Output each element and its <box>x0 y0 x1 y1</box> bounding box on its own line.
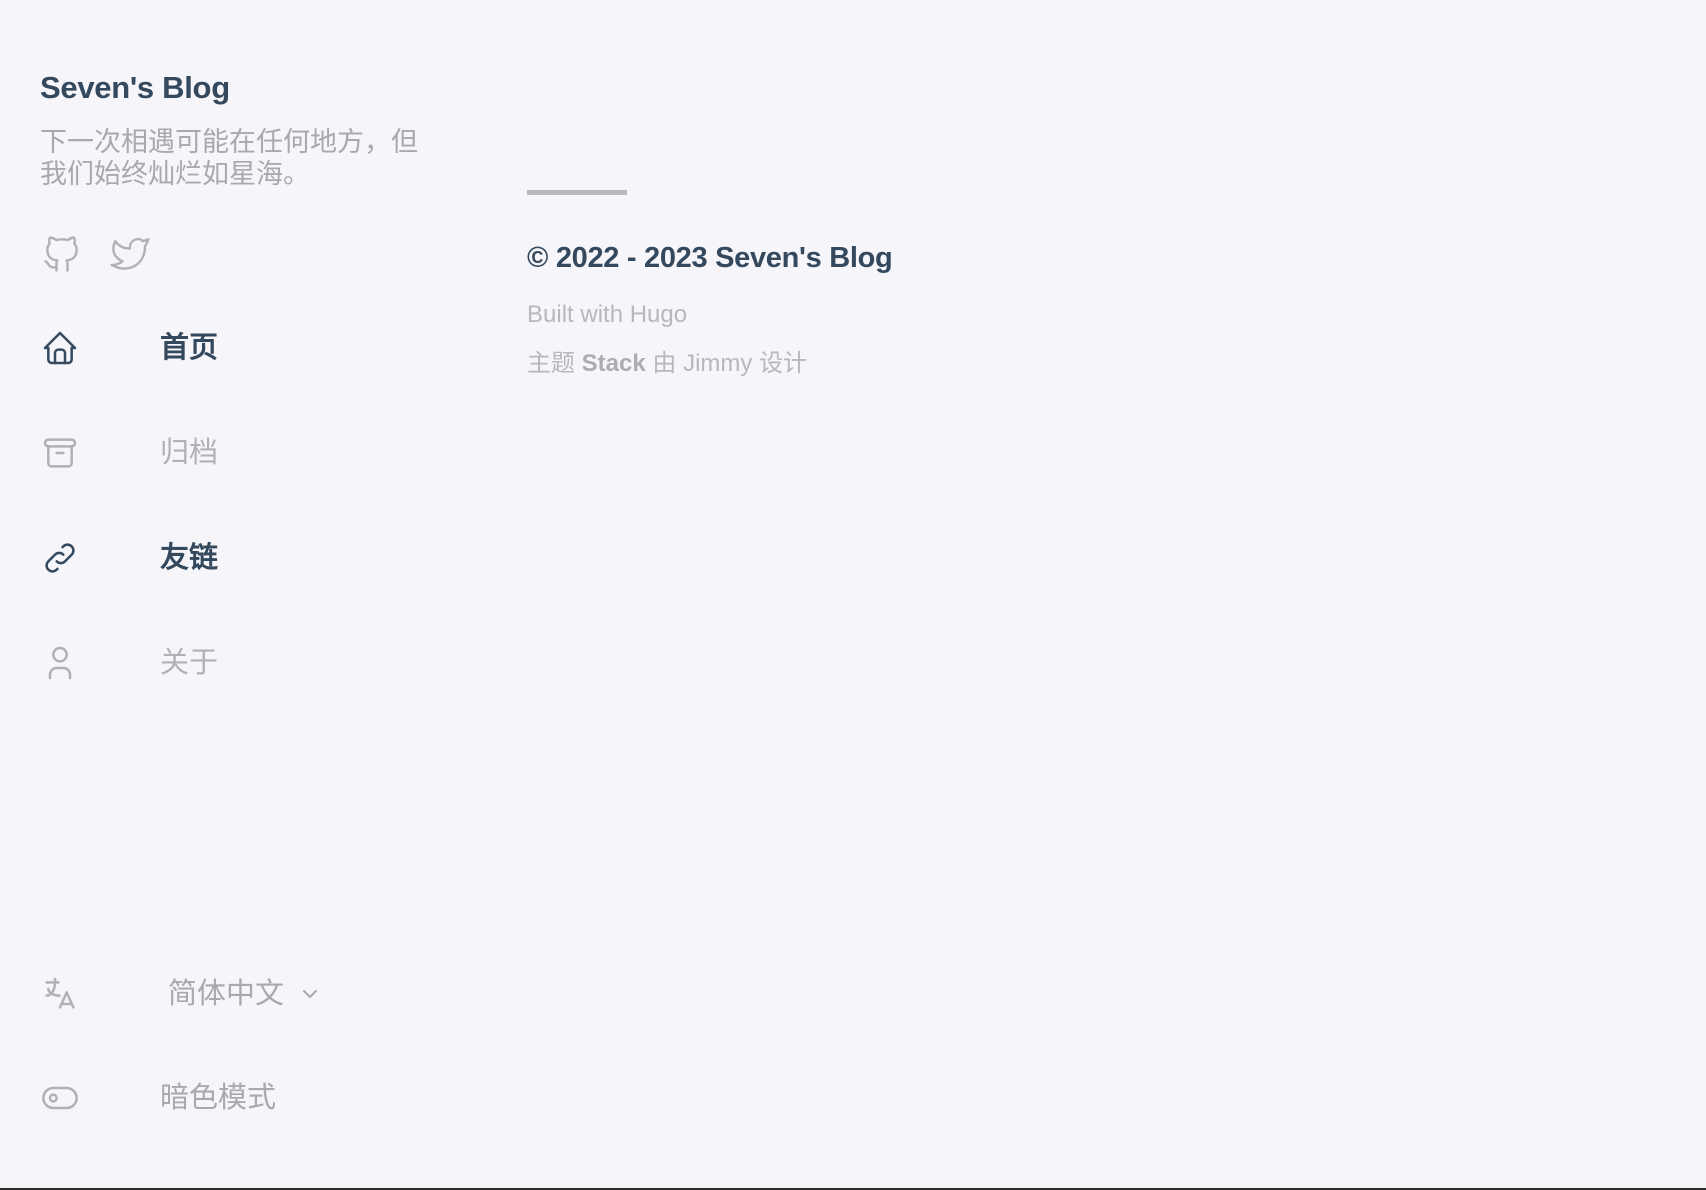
language-select-value: 简体中文 <box>168 978 285 1010</box>
github-icon <box>44 236 78 272</box>
dark-mode-toggle[interactable]: 暗色模式 <box>40 1078 440 1122</box>
dark-mode-label: 暗色模式 <box>160 1082 277 1114</box>
language-select[interactable]: 简体中文 <box>168 976 322 1012</box>
twitter-icon <box>110 237 150 270</box>
menu-item-label: 关于 <box>160 647 219 679</box>
github-link[interactable] <box>40 232 84 276</box>
menu-item-home[interactable]: 首页 <box>40 322 440 427</box>
hugo-link[interactable]: Hugo <box>630 301 687 328</box>
social-links <box>40 232 152 276</box>
theme-by: 由 <box>652 350 677 377</box>
menu-item-archives[interactable]: 归档 <box>40 427 440 532</box>
theme-prefix: 主题 <box>527 350 575 377</box>
language-selector-row: 简体中文 <box>40 972 440 1022</box>
built-with-prefix: Built with <box>527 301 624 328</box>
copyright-text: © 2022 - 2023 Seven's Blog <box>527 242 893 274</box>
site-description: 下一次相遇可能在任何地方，但我们始终灿烂如星海。 <box>40 127 418 189</box>
menu-item-label: 首页 <box>160 332 219 364</box>
menu-item-about[interactable]: 关于 <box>40 637 440 742</box>
twitter-link[interactable] <box>108 232 152 276</box>
site-title[interactable]: Seven's Blog <box>40 70 230 106</box>
jimmy-link[interactable]: Jimmy <box>683 350 752 377</box>
link-icon <box>40 538 80 578</box>
toggle-icon <box>40 1078 80 1118</box>
stack-theme-link[interactable]: Stack <box>582 350 646 377</box>
menu-item-links[interactable]: 友链 <box>40 532 440 637</box>
menu-item-label: 归档 <box>160 437 219 469</box>
built-with-line: Built with Hugo <box>527 301 687 329</box>
footer-divider <box>527 190 627 195</box>
theme-suffix: 设计 <box>759 350 808 377</box>
user-icon <box>40 643 80 683</box>
language-icon <box>40 974 80 1014</box>
main-menu: 首页 归档 友链 关于 <box>40 322 440 742</box>
chevron-down-icon <box>303 990 318 998</box>
menu-item-label: 友链 <box>160 542 219 574</box>
page: Seven's Blog 下一次相遇可能在任何地方，但我们始终灿烂如星海。 首页 <box>0 0 1706 1190</box>
theme-credit-line: 主题 Stack 由 Jimmy 设计 <box>527 343 807 378</box>
home-icon <box>40 328 80 368</box>
archive-icon <box>40 433 80 473</box>
